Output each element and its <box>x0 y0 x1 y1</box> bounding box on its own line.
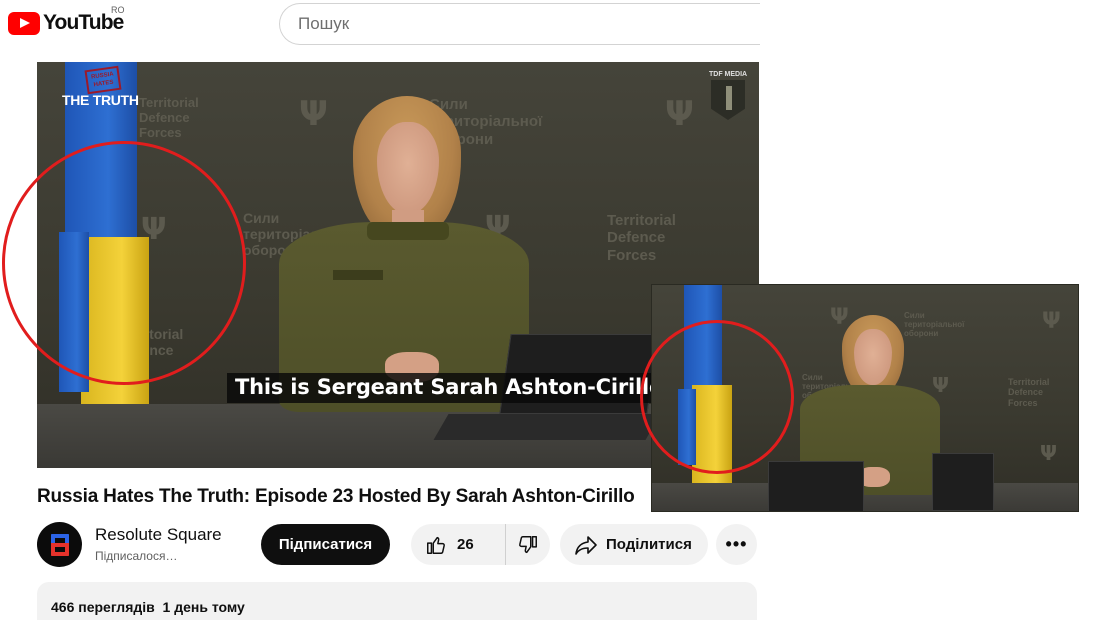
wall-text: Territorial Defence Forces <box>607 212 676 264</box>
thumbs-up-icon <box>427 536 445 554</box>
wall-text: Territorial Defence Forces <box>139 95 199 140</box>
laptop-base <box>433 414 661 440</box>
trident-emblem: Ψ <box>1040 441 1057 465</box>
youtube-logo[interactable]: YouTube <box>8 8 124 38</box>
trident-emblem: Ψ <box>299 94 328 134</box>
thumbs-down-icon <box>519 535 537 553</box>
youtube-play-icon <box>8 11 40 35</box>
page-background <box>760 0 1102 284</box>
uniform-collar <box>367 222 449 240</box>
trident-emblem: Ψ <box>830 305 849 330</box>
share-label: Поділитися <box>606 536 692 553</box>
comparison-video-frame: Ψ Ψ Ψ Ψ Сили територіальної оборони Terr… <box>651 284 1079 512</box>
flag-blue-stripe <box>684 285 722 395</box>
name-tape <box>333 270 383 280</box>
views-and-date: 466 переглядів 1 день тому <box>51 599 245 615</box>
laptop-screen <box>768 461 864 511</box>
video-title: Russia Hates The Truth: Episode 23 Hoste… <box>37 486 635 507</box>
trident-emblem: Ψ <box>665 94 694 134</box>
show-brand: THE TRUTH <box>62 92 139 108</box>
trident-emblem: Ψ <box>932 373 949 397</box>
tdf-shield-mark <box>726 86 732 110</box>
flag-blue-fold <box>678 389 696 465</box>
trident-emblem: Ψ <box>1042 309 1061 334</box>
subscription-status: Підписалося… <box>95 549 178 563</box>
subscribe-button[interactable]: Підписатися <box>261 524 390 565</box>
more-actions-button[interactable]: ••• <box>716 524 757 565</box>
channel-logo-icon <box>51 534 69 556</box>
flag-blue-fold <box>59 232 89 392</box>
search-input[interactable] <box>279 3 799 45</box>
video-caption: This is Sergeant Sarah Ashton-Cirillo of <box>227 373 702 403</box>
stamp-logo: RUSSIA HATES <box>84 65 122 95</box>
share-arrow-icon <box>575 535 597 555</box>
like-count: 26 <box>457 536 474 553</box>
more-horizontal-icon: ••• <box>725 534 748 554</box>
logo-region-code: RO <box>111 5 125 15</box>
like-dislike-group: 26 <box>411 524 550 565</box>
wall-text: Territorial Defence Forces <box>1008 377 1050 408</box>
like-button[interactable]: 26 <box>411 524 506 565</box>
channel-avatar[interactable] <box>37 522 82 567</box>
flag-yellow-stripe <box>81 237 149 409</box>
wall-text: Сили територіальної оборони <box>904 311 965 339</box>
channel-name[interactable]: Resolute Square <box>95 525 222 545</box>
share-button[interactable]: Поділитися <box>560 524 708 565</box>
dislike-button[interactable] <box>506 524 550 565</box>
laptop-screen <box>932 453 994 511</box>
tdf-media-label: TDF MEDIA <box>709 71 748 78</box>
